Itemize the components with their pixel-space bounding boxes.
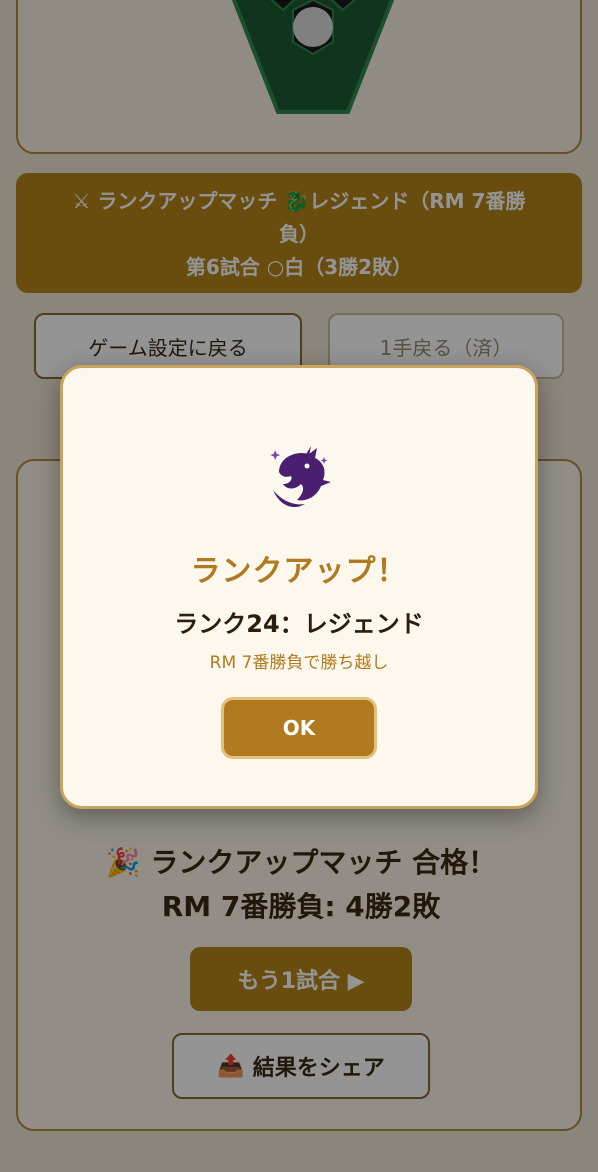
game-screen: ⚔ ランクアップマッチ 🐉レジェンド（RM 7番勝 負） 第6試合 ○白（3勝2… (0, 0, 598, 1172)
ok-button[interactable]: OK (221, 697, 377, 759)
modal-rank: ランク24：レジェンド (174, 610, 424, 638)
dragon-icon (270, 446, 331, 508)
modal-description: RM 7番勝負で勝ち越し (209, 653, 389, 673)
rank-up-modal: ランクアップ！ ランク24：レジェンド RM 7番勝負で勝ち越し OK (60, 365, 538, 809)
modal-title: ランクアップ！ (190, 554, 408, 589)
